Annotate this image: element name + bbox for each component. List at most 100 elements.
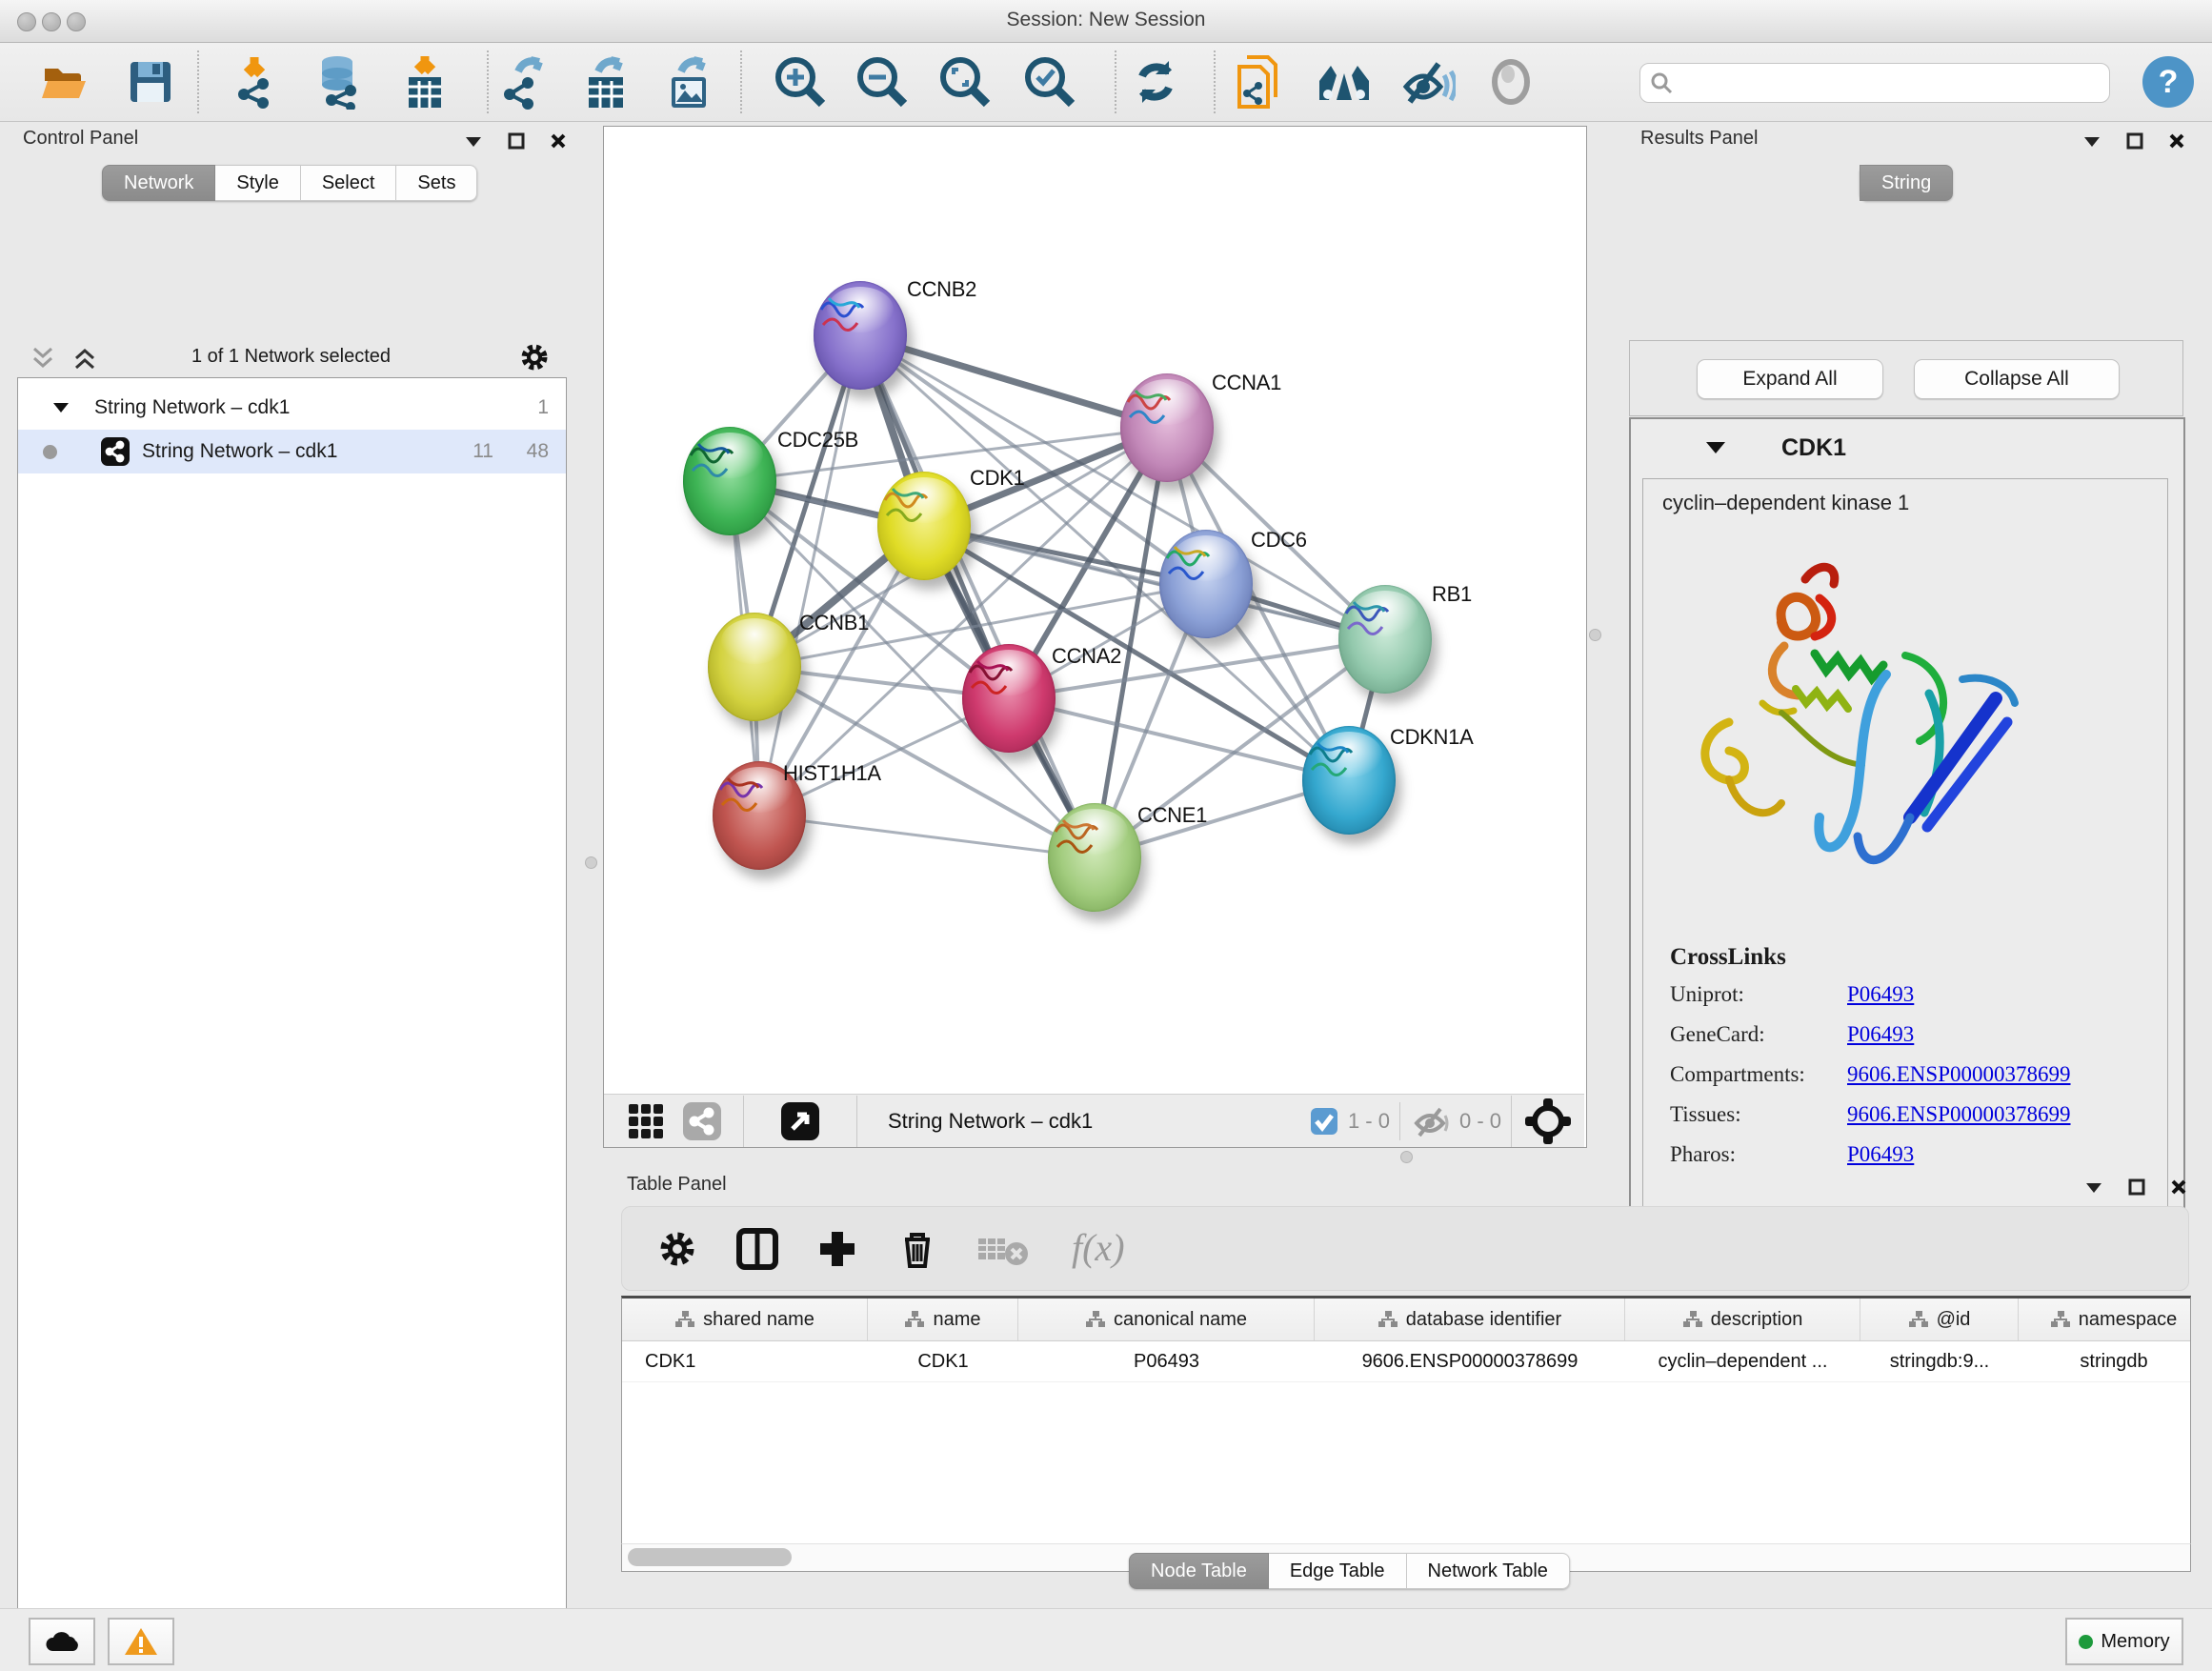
network-node-cdc6[interactable] (1159, 530, 1253, 638)
table-cell[interactable]: 9606.ENSP00000378699 (1315, 1341, 1625, 1381)
refresh-icon[interactable] (1125, 51, 1186, 112)
network-node-ccnb2[interactable] (814, 281, 907, 390)
column-header-description[interactable]: description (1625, 1299, 1860, 1340)
open-session-icon[interactable] (36, 51, 97, 112)
crosslink-link[interactable]: 9606.ENSP00000378699 (1847, 1062, 2071, 1087)
network-node-cdc25b[interactable] (683, 427, 776, 535)
panel-divider-grip[interactable] (1400, 1151, 1413, 1163)
save-session-icon[interactable] (120, 51, 181, 112)
import-network-icon[interactable] (227, 51, 288, 112)
column-header-shared-name[interactable]: shared name (622, 1299, 868, 1340)
network-node-ccnb1[interactable] (708, 613, 801, 721)
delete-column-icon[interactable] (896, 1228, 938, 1270)
column-header-database-identifier[interactable]: database identifier (1315, 1299, 1625, 1340)
svg-text:f(x): f(x) (1072, 1228, 1125, 1269)
network-edges (604, 127, 1584, 1093)
panel-menu-icon[interactable] (464, 134, 483, 148)
table-cell[interactable]: stringdb (2019, 1341, 2191, 1381)
network-node-ccne1[interactable] (1048, 803, 1141, 912)
panel-close-icon[interactable] (2168, 132, 2185, 150)
table-cell[interactable]: CDK1 (622, 1341, 868, 1381)
table-settings-gear-icon[interactable] (656, 1228, 698, 1270)
network-edge[interactable] (759, 815, 1095, 857)
tab-style[interactable]: Style (215, 165, 300, 201)
panel-divider-grip[interactable] (1589, 629, 1601, 641)
network-canvas[interactable]: CCNB2CCNA1CDC25BCDK1CDC6RB1CCNB1CCNA2CDK… (604, 127, 1584, 1093)
show-columns-icon[interactable] (736, 1228, 778, 1270)
zoom-selected-icon[interactable] (1019, 51, 1080, 112)
tab-node-table[interactable]: Node Table (1129, 1553, 1269, 1589)
column-header-label: canonical name (1114, 1309, 1247, 1331)
crosslink-link[interactable]: P06493 (1847, 982, 1914, 1007)
node-label: CDKN1A (1390, 725, 1473, 750)
tab-edge-table[interactable]: Edge Table (1269, 1553, 1407, 1589)
network-collection-row[interactable]: String Network – cdk1 1 (18, 386, 566, 430)
panel-float-icon[interactable] (508, 132, 525, 150)
expand-all-button[interactable]: Expand All (1697, 359, 1883, 399)
table-cell[interactable]: CDK1 (868, 1341, 1018, 1381)
column-header-@id[interactable]: @id (1860, 1299, 2019, 1340)
birds-eye-crosshair-icon[interactable] (1523, 1097, 1573, 1146)
protein-header-row[interactable]: CDK1 (1631, 419, 2183, 476)
crosslink-link[interactable]: P06493 (1847, 1022, 1914, 1047)
copy-network-icon[interactable] (1229, 51, 1290, 112)
collapse-all-button[interactable]: Collapse All (1914, 359, 2120, 399)
network-node-ccna2[interactable] (962, 644, 1056, 753)
cloud-button[interactable] (29, 1618, 95, 1665)
network-node-rb1[interactable] (1338, 585, 1432, 694)
column-header-canonical-name[interactable]: canonical name (1018, 1299, 1315, 1340)
panel-float-icon[interactable] (2126, 132, 2143, 150)
node-label: CDC6 (1251, 528, 1307, 553)
control-panel-title: Control Panel (23, 128, 138, 150)
network-node-cdkn1a[interactable] (1302, 726, 1396, 835)
tab-network-table[interactable]: Network Table (1407, 1553, 1570, 1589)
search-network-icon[interactable] (1314, 51, 1375, 112)
export-network-icon[interactable] (494, 51, 555, 112)
network-edge[interactable] (759, 335, 860, 815)
import-network-from-database-icon[interactable] (308, 51, 369, 112)
warning-button[interactable] (108, 1618, 174, 1665)
network-options-gear-icon[interactable] (519, 342, 550, 372)
zoom-in-icon[interactable] (770, 51, 831, 112)
table-cell[interactable]: stringdb:9... (1860, 1341, 2019, 1381)
hide-selected-icon[interactable] (1398, 51, 1458, 112)
export-image-icon[interactable] (659, 51, 720, 112)
show-all-icon[interactable] (1480, 51, 1541, 112)
network-row-selected[interactable]: String Network – cdk1 11 48 (18, 430, 566, 473)
grid-view-icon[interactable] (627, 1102, 665, 1140)
tab-sets[interactable]: Sets (396, 165, 477, 201)
export-table-icon[interactable] (576, 51, 637, 112)
tab-string[interactable]: String (1860, 165, 1953, 201)
panel-float-icon[interactable] (2128, 1178, 2145, 1196)
protein-collapse-icon[interactable] (1705, 440, 1726, 455)
table-cell[interactable]: cyclin–dependent ... (1625, 1341, 1860, 1381)
collection-expand-icon[interactable] (52, 401, 70, 414)
network-node-cdk1[interactable] (877, 472, 971, 580)
column-header-name[interactable]: name (868, 1299, 1018, 1340)
memory-button[interactable]: Memory (2065, 1618, 2183, 1665)
help-icon[interactable]: ? (2138, 51, 2199, 112)
zoom-out-icon[interactable] (852, 51, 913, 112)
selected-checkbox-icon[interactable] (1310, 1107, 1338, 1136)
node-table[interactable]: shared namename canonical name database id… (621, 1296, 2191, 1545)
import-table-icon[interactable] (394, 51, 455, 112)
add-column-icon[interactable] (816, 1228, 858, 1270)
scrollbar-thumb[interactable] (628, 1548, 792, 1566)
tab-select[interactable]: Select (301, 165, 397, 201)
column-type-icon (674, 1310, 695, 1329)
network-edge[interactable] (860, 335, 1095, 857)
panel-menu-icon[interactable] (2084, 1180, 2103, 1194)
search-input[interactable] (1639, 63, 2110, 103)
table-cell[interactable]: P06493 (1018, 1341, 1315, 1381)
network-style-icon[interactable] (682, 1101, 722, 1141)
column-header-namespace[interactable]: namespace (2019, 1299, 2191, 1340)
crosslink-link[interactable]: 9606.ENSP00000378699 (1847, 1102, 2071, 1127)
panel-close-icon[interactable] (2170, 1178, 2187, 1196)
panel-divider-grip[interactable] (585, 856, 597, 869)
panel-menu-icon[interactable] (2082, 134, 2101, 148)
panel-close-icon[interactable] (550, 132, 567, 150)
open-in-new-window-icon[interactable] (780, 1101, 820, 1141)
zoom-fit-icon[interactable] (935, 51, 995, 112)
tab-network[interactable]: Network (102, 165, 215, 201)
network-node-ccna1[interactable] (1120, 373, 1214, 482)
